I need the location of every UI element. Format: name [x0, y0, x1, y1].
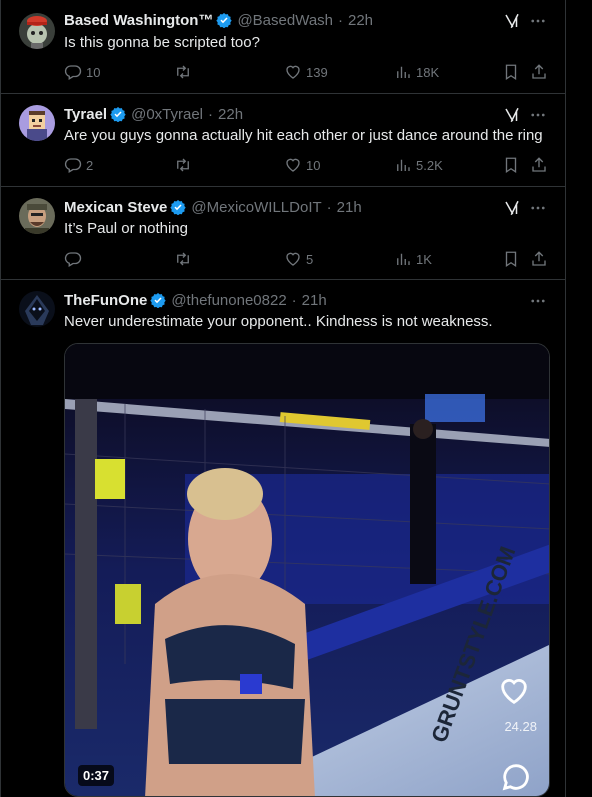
- overlay-like-count: 24.28: [504, 719, 537, 734]
- video-player[interactable]: GRUNTSTYLE.COM 0:37 24.28: [64, 343, 550, 797]
- separator-dot: ·: [326, 198, 332, 216]
- timestamp[interactable]: 22h: [348, 12, 373, 29]
- video-duration-badge: 0:37: [78, 765, 115, 786]
- reply-count: 2: [86, 157, 94, 173]
- user-handle[interactable]: @BasedWash: [237, 12, 333, 29]
- views-icon: [397, 66, 410, 78]
- share-icon: [532, 157, 546, 172]
- tweet-text: Is this gonna be scripted too?: [64, 34, 260, 51]
- tweet[interactable]: Based Washington™ @BasedWash · 22h Is th…: [1, 0, 565, 94]
- tweet-header: Based Washington™ @BasedWash · 22h: [64, 10, 373, 30]
- share-button[interactable]: [530, 155, 548, 175]
- reply-button[interactable]: 10: [64, 62, 100, 82]
- tweet-text: Never underestimate your opponent.. Kind…: [64, 313, 493, 330]
- repost-button[interactable]: [174, 62, 196, 82]
- bookmark-button[interactable]: [502, 155, 520, 175]
- bookmark-icon: [505, 251, 517, 268]
- heart-icon: [286, 252, 300, 266]
- action-bar: 5 1K: [64, 249, 554, 269]
- tweet[interactable]: Mexican Steve @MexicoWILLDoIT · 21h It’s…: [1, 187, 565, 280]
- timestamp[interactable]: 22h: [218, 106, 243, 123]
- share-icon: [532, 64, 546, 79]
- share-icon: [532, 251, 546, 266]
- repost-icon: [177, 65, 189, 79]
- overlay-comment-icon[interactable]: [499, 760, 533, 794]
- bookmark-button[interactable]: [502, 249, 520, 269]
- views-count: 5.2K: [416, 157, 443, 173]
- like-button[interactable]: 5: [284, 249, 313, 269]
- bookmark-button[interactable]: [502, 62, 520, 82]
- display-name[interactable]: TheFunOne: [64, 292, 147, 309]
- avatar[interactable]: [19, 105, 55, 141]
- reply-count: 10: [86, 64, 101, 80]
- verified-badge-icon: [110, 107, 126, 122]
- reply-icon: [64, 158, 82, 173]
- like-button[interactable]: 10: [284, 155, 320, 175]
- display-name[interactable]: Based Washington™: [64, 12, 213, 29]
- heart-icon: [286, 158, 300, 172]
- views-count: 18K: [416, 64, 440, 80]
- grok-icon[interactable]: [503, 12, 521, 30]
- separator-dot: ·: [291, 291, 297, 309]
- more-options-icon[interactable]: [529, 106, 547, 124]
- like-button[interactable]: 139: [284, 62, 328, 82]
- views-button[interactable]: 5.2K: [394, 155, 443, 175]
- grok-icon[interactable]: [503, 106, 521, 124]
- separator-dot: ·: [338, 11, 343, 29]
- display-name[interactable]: Tyrael: [64, 106, 107, 123]
- tweet-text: Are you guys gonna actually hit each oth…: [64, 127, 543, 144]
- verified-badge-icon: [216, 13, 233, 28]
- video-frame: GRUNTSTYLE.COM: [65, 344, 549, 796]
- user-handle[interactable]: @0xTyrael: [131, 106, 203, 123]
- tweet-text: It’s Paul or nothing: [64, 220, 188, 237]
- views-button[interactable]: 18K: [394, 62, 439, 82]
- separator-dot: ·: [208, 105, 214, 123]
- like-count: 10: [306, 157, 321, 173]
- repost-button[interactable]: [174, 249, 196, 269]
- heart-icon: [286, 65, 300, 79]
- views-icon: [397, 159, 410, 171]
- views-count: 1K: [416, 251, 432, 267]
- repost-icon: [177, 158, 189, 172]
- tweet[interactable]: Tyrael @0xTyrael · 22h Are you guys gonn…: [1, 94, 565, 187]
- like-count: 139: [306, 64, 328, 80]
- avatar[interactable]: [19, 13, 55, 49]
- timestamp[interactable]: 21h: [302, 292, 327, 309]
- bookmark-icon: [505, 157, 517, 174]
- timestamp[interactable]: 21h: [337, 199, 362, 216]
- user-handle[interactable]: @thefunone0822: [171, 292, 286, 309]
- reply-icon: [64, 65, 82, 80]
- scrollbar[interactable]: [566, 0, 592, 797]
- avatar[interactable]: [19, 198, 55, 234]
- user-handle[interactable]: @MexicoWILLDoIT: [191, 199, 321, 216]
- repost-button[interactable]: [174, 155, 196, 175]
- tweet-header: Mexican Steve @MexicoWILLDoIT · 21h: [64, 197, 362, 217]
- verified-badge-icon: [150, 293, 166, 308]
- verified-badge-icon: [170, 200, 187, 215]
- more-options-icon[interactable]: [529, 292, 547, 310]
- more-options-icon[interactable]: [529, 199, 547, 217]
- bookmark-icon: [505, 64, 517, 81]
- reply-feed: Based Washington™ @BasedWash · 22h Is th…: [0, 0, 566, 797]
- reply-icon: [64, 252, 82, 267]
- avatar[interactable]: [19, 291, 55, 327]
- reply-button[interactable]: 2: [64, 155, 93, 175]
- views-icon: [397, 253, 410, 265]
- share-button[interactable]: [530, 249, 548, 269]
- action-bar: 2 10 5.2K: [64, 155, 554, 175]
- grok-icon[interactable]: [503, 199, 521, 217]
- views-button[interactable]: 1K: [394, 249, 432, 269]
- display-name[interactable]: Mexican Steve: [64, 199, 167, 216]
- repost-icon: [177, 252, 189, 266]
- tweet-header: TheFunOne @thefunone0822 · 21h: [64, 290, 327, 310]
- reply-button[interactable]: [64, 249, 86, 269]
- tweet-header: Tyrael @0xTyrael · 22h: [64, 104, 243, 124]
- more-options-icon[interactable]: [529, 12, 547, 30]
- action-bar: 10 139 18K: [64, 62, 554, 82]
- share-button[interactable]: [530, 62, 548, 82]
- like-count: 5: [306, 251, 314, 267]
- overlay-heart-icon[interactable]: [497, 674, 531, 708]
